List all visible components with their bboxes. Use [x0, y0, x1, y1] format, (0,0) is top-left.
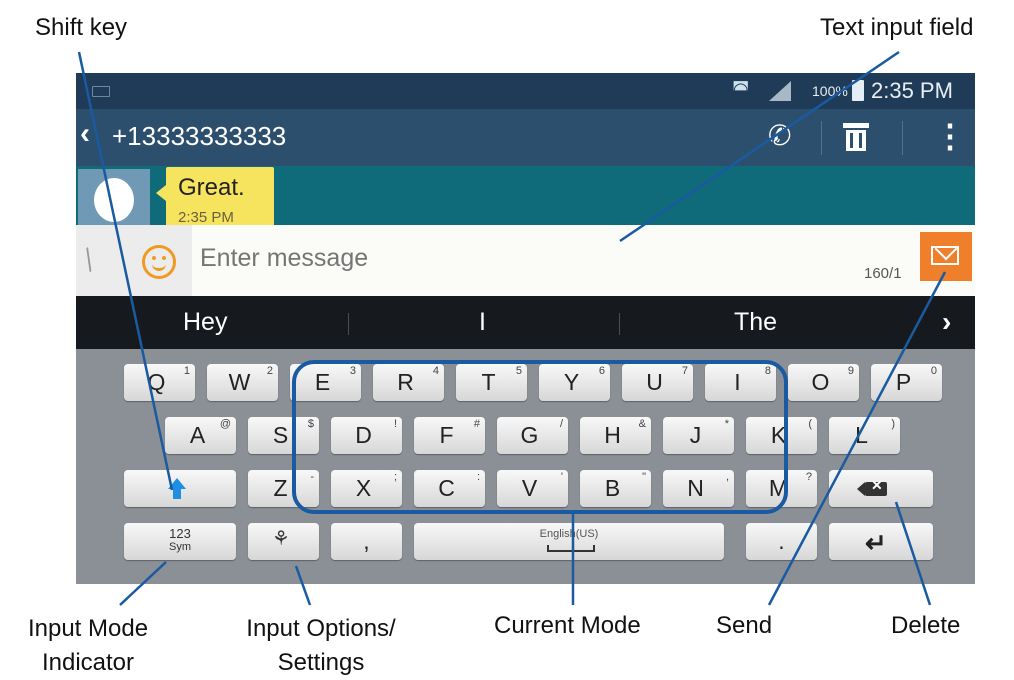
callout-lines — [77, 50, 947, 606]
callout-line-text-input — [619, 50, 900, 243]
callout-line-send — [767, 271, 947, 606]
callout-line-delete — [894, 501, 932, 606]
callout-line-input-options — [294, 565, 312, 606]
callout-line-input-mode — [119, 561, 167, 606]
callout-line-shift — [77, 51, 174, 491]
